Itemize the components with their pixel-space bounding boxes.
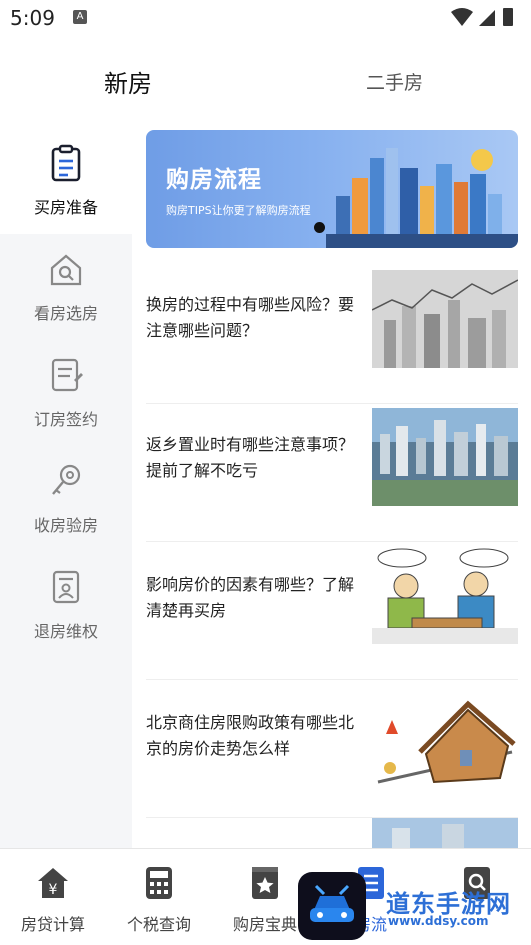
article-title: 北京商住房限购政策有哪些北京的房价走势怎么样	[146, 713, 355, 758]
banner-title: 购房流程	[166, 167, 262, 193]
car-logo-icon	[310, 884, 354, 922]
promo-banner[interactable]: 购房流程 购房TIPS让你更了解购房流程	[146, 130, 518, 248]
signal-battery-icon	[451, 8, 513, 26]
house-search-icon	[50, 254, 82, 286]
nav-label: 房贷计算	[20, 915, 85, 934]
sidebar-item-label: 退房维权	[33, 622, 98, 641]
nav-loan-calculator[interactable]: ¥ 房贷计算	[0, 849, 106, 945]
document-sign-icon	[51, 358, 83, 392]
sidebar-item-prepare[interactable]: 买房准备	[0, 128, 132, 234]
notification-icon: A	[73, 10, 87, 24]
article-thumbnail	[372, 546, 518, 644]
status-bar: 5:09 A	[0, 0, 531, 36]
tab-second-hand[interactable]: 二手房	[366, 68, 423, 95]
sidebar-item-viewing[interactable]: 看房选房	[0, 234, 132, 340]
article-item[interactable]: 返乡置业时有哪些注意事项？提前了解不吃亏	[146, 404, 518, 542]
sidebar-item-contract[interactable]: 订房签约	[0, 340, 132, 446]
article-item[interactable]: 换房的过程中有哪些风险？要注意哪些问题？	[146, 266, 518, 404]
article-item[interactable]: 影响房价的因素有哪些？了解清楚再买房	[146, 542, 518, 680]
top-tab-bar: 新房 二手房	[0, 50, 531, 112]
sidebar-item-label: 收房验房	[33, 516, 98, 535]
article-thumbnail	[372, 270, 518, 368]
tab-new-house[interactable]: 新房	[104, 64, 152, 99]
sidebar-item-label: 订房签约	[33, 410, 98, 429]
calculator-icon	[146, 867, 172, 899]
sidebar-item-inspection[interactable]: 收房验房	[0, 446, 132, 552]
sidebar-item-label: 看房选房	[33, 304, 98, 323]
house-yen-icon: ¥	[38, 868, 68, 898]
nav-tax-query[interactable]: 个税查询	[106, 849, 212, 945]
carousel-indicator	[314, 222, 325, 233]
city-skyline-illustration	[326, 148, 518, 248]
star-book-icon	[252, 867, 278, 899]
sidebar-item-label: 买房准备	[33, 198, 98, 217]
status-time: 5:09	[10, 6, 55, 30]
article-thumbnail	[372, 408, 518, 506]
article-title: 影响房价的因素有哪些？了解清楚再买房	[146, 575, 355, 620]
key-icon	[52, 464, 81, 495]
svg-text:¥: ¥	[49, 882, 58, 898]
nav-label: 个税查询	[126, 915, 191, 934]
article-title: 换房的过程中有哪些风险？要注意哪些问题？	[146, 295, 355, 340]
id-card-icon	[52, 570, 80, 604]
category-sidebar: 买房准备 看房选房 订房签约 收房验房 退房维权	[0, 128, 132, 848]
sidebar-item-rights[interactable]: 退房维权	[0, 552, 132, 658]
article-title: 返乡置业时有哪些注意事项？提前了解不吃亏	[146, 435, 355, 480]
article-thumbnail	[372, 692, 518, 790]
clipboard-icon	[51, 144, 81, 182]
watermark-url: www.ddsy.com	[388, 914, 489, 928]
watermark-logo	[298, 872, 366, 940]
article-item[interactable]: 北京商住房限购政策有哪些北京的房价走势怎么样	[146, 680, 518, 818]
article-thumbnail	[372, 818, 518, 848]
banner-subtitle: 购房TIPS让你更了解购房流程	[166, 204, 311, 217]
